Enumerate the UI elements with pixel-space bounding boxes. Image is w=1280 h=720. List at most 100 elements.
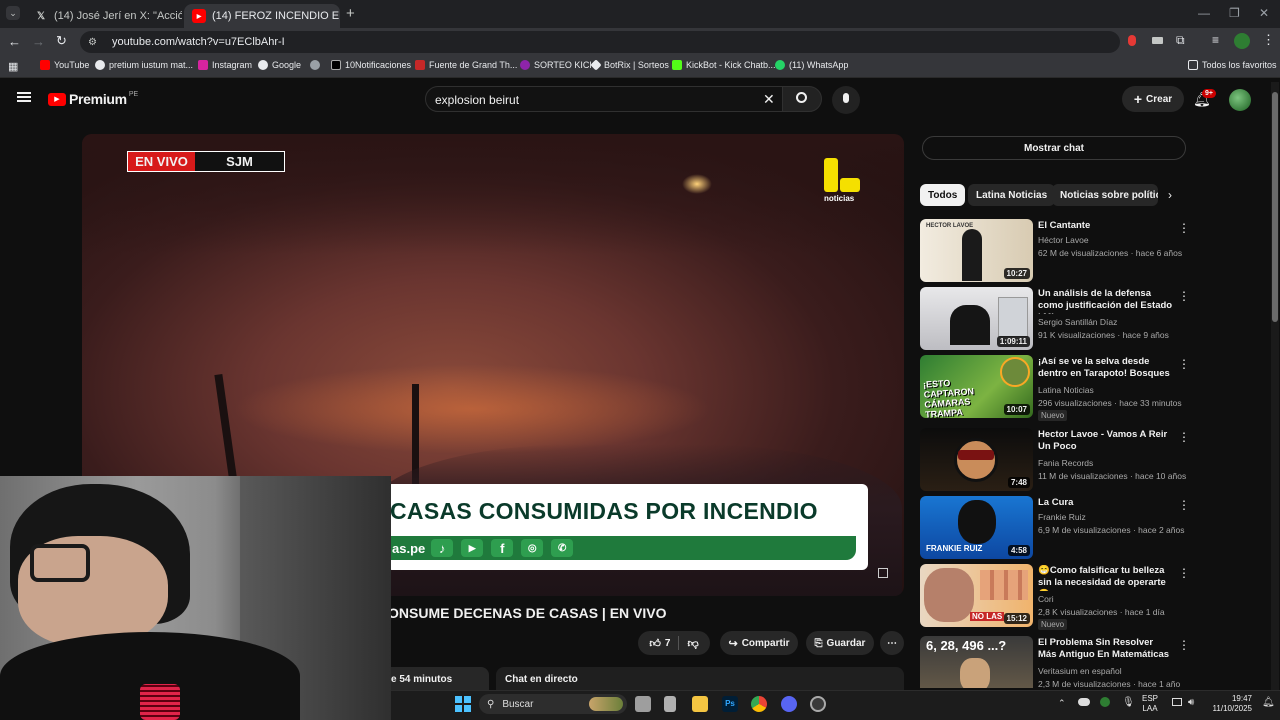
back-icon[interactable]: ← [8, 34, 21, 49]
dislike-icon[interactable]: 👎︎ [687, 637, 698, 650]
tray-app-icon[interactable] [1100, 697, 1110, 707]
chrome-icon[interactable] [751, 696, 767, 712]
more-options-icon[interactable]: ⋮ [1178, 638, 1188, 652]
all-favorites[interactable]: Todos los favoritos [1188, 60, 1277, 70]
recommended-video[interactable]: 1:09:11 Un análisis de la defensa como j… [920, 287, 1190, 351]
chevron-right-icon[interactable]: › [1168, 188, 1172, 202]
bookmark-google[interactable]: Google [258, 60, 301, 70]
youtube-icon: ▶ [461, 539, 484, 557]
new-tab-icon[interactable]: + [346, 5, 355, 22]
more-options-icon[interactable]: ⋮ [1178, 498, 1190, 512]
live-chat-header[interactable]: Chat en directo [496, 667, 904, 690]
site-info-icon[interactable]: ⚙ [88, 37, 102, 48]
bookmark-whatsapp[interactable]: (11) WhatsApp [775, 60, 848, 70]
bookmark-botrix[interactable]: BotRix | Sorteos [590, 59, 669, 71]
extensions-puzzle-icon[interactable]: ⧉ [1176, 33, 1185, 48]
youtube-logo-icon: ▶ [48, 92, 66, 106]
minimize-icon[interactable]: — [1198, 6, 1210, 20]
account-avatar[interactable] [1229, 89, 1251, 111]
tab-strip: ⌄ 𝕏 (14) José Jerí en X: "Acción inm ✕ ▶… [0, 0, 1280, 28]
plus-icon: + [1133, 91, 1143, 107]
chip-todos[interactable]: Todos [920, 184, 966, 206]
search-button[interactable] [782, 86, 822, 112]
forward-icon[interactable]: → [32, 34, 45, 49]
app-icon[interactable] [664, 696, 676, 712]
chrome-menu-icon[interactable]: ⋮ [1262, 32, 1275, 48]
network-icon[interactable] [1172, 698, 1182, 706]
profile-avatar[interactable] [1234, 33, 1250, 49]
bookmark-youtube[interactable]: YouTube [40, 60, 89, 70]
obs-icon[interactable] [810, 696, 826, 712]
extension-icon[interactable] [1152, 37, 1163, 44]
video-thumbnail[interactable]: 1:09:11 [920, 287, 1033, 350]
hamburger-menu-icon[interactable] [17, 92, 31, 102]
restore-icon[interactable]: ❐ [1229, 6, 1240, 20]
more-actions-icon[interactable]: ⋯ [880, 631, 904, 655]
voice-search-button[interactable] [832, 86, 860, 114]
page-scrollbar[interactable] [1271, 82, 1279, 690]
recommended-video[interactable]: 6, 28, 496 ...? El Problema Sin Resolver… [920, 636, 1188, 688]
file-explorer-icon[interactable] [692, 696, 708, 712]
taskbar-search[interactable]: ⚲ Buscar [479, 694, 627, 714]
recommended-video[interactable]: NO LAS 15:12 😁Como falsificar tu belleza… [920, 564, 1190, 632]
video-thumbnail[interactable]: 6, 28, 496 ...? [920, 636, 1033, 688]
recommended-video[interactable]: ¡ESTO CAPTARON CÁMARAS TRAMPA 10:07 ¡Así… [920, 355, 1190, 423]
microphone-icon[interactable]: 🎙︎ [1122, 697, 1135, 708]
bookmark-pretium[interactable]: pretium iustum mat... [95, 60, 193, 70]
reload-icon[interactable]: ↻ [56, 33, 67, 49]
bookmark-globe[interactable] [310, 60, 324, 70]
more-options-icon[interactable]: ⋮ [1178, 357, 1190, 371]
windows-start-icon[interactable] [455, 696, 471, 712]
volume-icon[interactable]: 🔊︎ [1188, 697, 1194, 708]
more-options-icon[interactable]: ⋮ [1178, 289, 1190, 303]
youtube-icon [40, 60, 50, 70]
description-box[interactable]: e 54 minutos [391, 667, 489, 690]
notifications-icon[interactable]: 🔔︎ [1262, 697, 1275, 708]
more-options-icon[interactable]: ⋮ [1178, 566, 1190, 580]
fullscreen-icon[interactable] [878, 568, 888, 578]
chip-latina-noticias[interactable]: Latina Noticias [968, 184, 1056, 206]
bookmark-kickbot[interactable]: KickBot - Kick Chatb... [672, 60, 776, 70]
clock[interactable]: 19:47 11/10/2025 [1208, 694, 1252, 714]
like-icon[interactable]: 👍︎ [649, 637, 661, 650]
search-input[interactable]: explosion beirut [425, 86, 785, 112]
photoshop-icon[interactable]: Ps [722, 696, 738, 712]
video-thumbnail[interactable]: FRANKIE RUIZ 4:58 [920, 496, 1033, 559]
video-thumbnail[interactable]: NO LAS 15:12 [920, 564, 1033, 627]
extension-record-icon[interactable] [1128, 35, 1136, 46]
new-badge: Nuevo [1038, 410, 1068, 421]
recommended-video[interactable]: 7:48 Hector Lavoe - Vamos A Reir Un Poco… [920, 428, 1190, 492]
share-button[interactable]: ↪ Compartir [720, 631, 798, 655]
reading-list-icon[interactable]: ≡ [1212, 33, 1219, 47]
tab-x[interactable]: 𝕏 (14) José Jerí en X: "Acción inm ✕ [26, 4, 182, 28]
recommended-video[interactable]: HECTOR LAVOE 10:27 El Cantante Héctor La… [920, 219, 1190, 283]
video-thumbnail[interactable]: HECTOR LAVOE 10:27 [920, 219, 1033, 282]
youtube-premium-logo[interactable]: ▶ Premium PE [48, 91, 138, 107]
clear-search-icon[interactable]: ✕ [763, 91, 775, 108]
tab-search-button[interactable]: ⌄ [6, 6, 20, 20]
bookmark-fuente[interactable]: Fuente de Grand Th... [415, 60, 517, 70]
show-chat-button[interactable]: Mostrar chat [922, 136, 1186, 160]
chip-noticias-politica[interactable]: Noticias sobre política [1052, 184, 1158, 206]
language-indicator[interactable]: ESP LAA [1142, 694, 1158, 714]
bookmark-instagram[interactable]: Instagram [198, 60, 252, 70]
instagram-icon: ◎ [521, 539, 544, 557]
tray-chevron-icon[interactable]: ⌃ [1058, 698, 1066, 709]
address-bar[interactable]: ⚙ youtube.com/watch?v=u7EClbAhr-I [80, 31, 1120, 53]
bookmark-10notificaciones[interactable]: 10Notificaciones [331, 60, 411, 70]
video-thumbnail[interactable]: 7:48 [920, 428, 1033, 491]
task-view-icon[interactable] [635, 696, 651, 712]
create-button[interactable]: + Crear [1122, 86, 1184, 112]
scrollbar-thumb[interactable] [1272, 92, 1278, 322]
video-thumbnail[interactable]: ¡ESTO CAPTARON CÁMARAS TRAMPA 10:07 [920, 355, 1033, 418]
apps-grid-icon[interactable]: ▦ [8, 60, 18, 73]
more-options-icon[interactable]: ⋮ [1178, 221, 1190, 235]
bookmark-sorteo-kick[interactable]: SORTEO KICK [520, 60, 595, 70]
more-options-icon[interactable]: ⋮ [1178, 430, 1190, 444]
onedrive-icon[interactable] [1078, 698, 1090, 706]
close-window-icon[interactable]: ✕ [1259, 6, 1269, 20]
tab-youtube[interactable]: ▶ (14) FEROZ INCENDIO EN SAN ✕ [184, 4, 340, 28]
save-button[interactable]: ⎘ Guardar [806, 631, 874, 655]
recommended-video[interactable]: FRANKIE RUIZ 4:58 La Cura Frankie Ruiz 6… [920, 496, 1190, 560]
discord-icon[interactable] [781, 696, 797, 712]
